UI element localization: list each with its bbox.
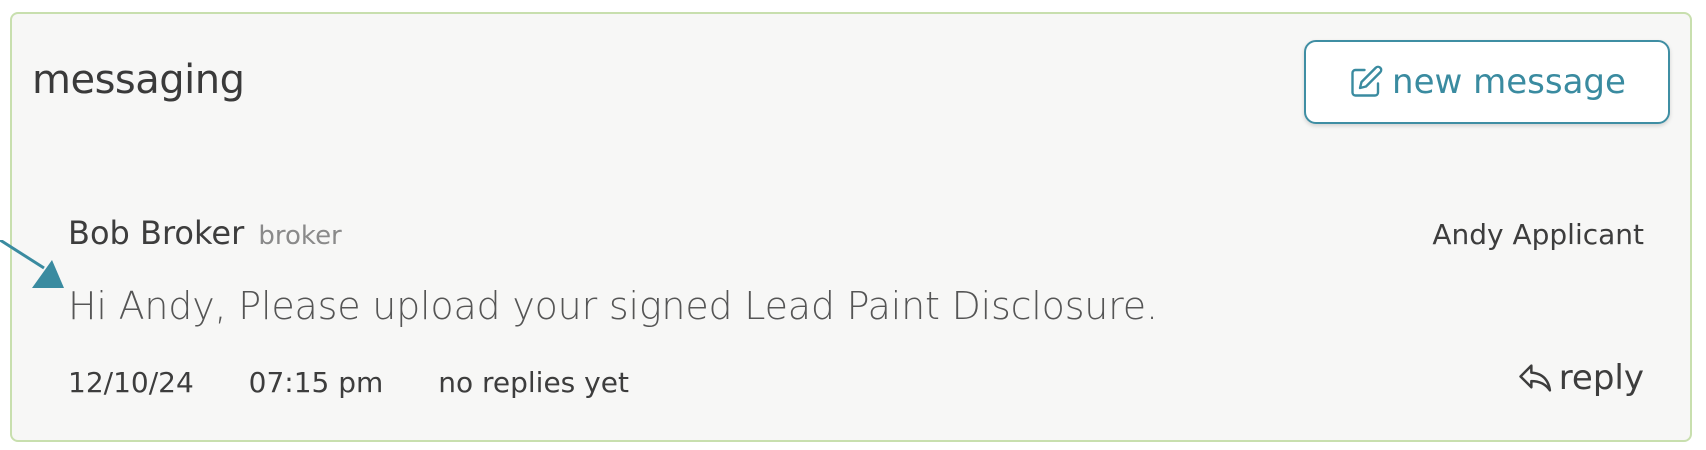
new-message-label: new message [1392,62,1626,102]
message-time: 07:15 pm [248,366,384,399]
message-meta: 12/10/24 07:15 pm no replies yet [68,366,675,399]
new-message-button[interactable]: new message [1304,40,1670,124]
message-sender: Bob Broker broker [68,214,342,252]
message-item[interactable]: Bob Broker broker Andy Applicant Hi Andy… [68,214,1644,434]
message-date: 12/10/24 [68,366,194,399]
message-body: Hi Andy, Please upload your signed Lead … [68,284,1158,328]
sender-name: Bob Broker [68,214,245,252]
reply-arrow-icon [1517,361,1555,395]
messaging-panel: messaging new message Bob Broker broker … [10,12,1692,442]
reply-status: no replies yet [438,366,629,399]
reply-button[interactable]: reply [1517,358,1644,398]
sender-role: broker [258,221,342,251]
edit-square-icon [1348,64,1384,100]
arrow-pointer-icon [0,240,64,288]
panel-title: messaging [32,57,245,103]
reply-label: reply [1558,358,1644,398]
message-recipient: Andy Applicant [1432,218,1644,251]
